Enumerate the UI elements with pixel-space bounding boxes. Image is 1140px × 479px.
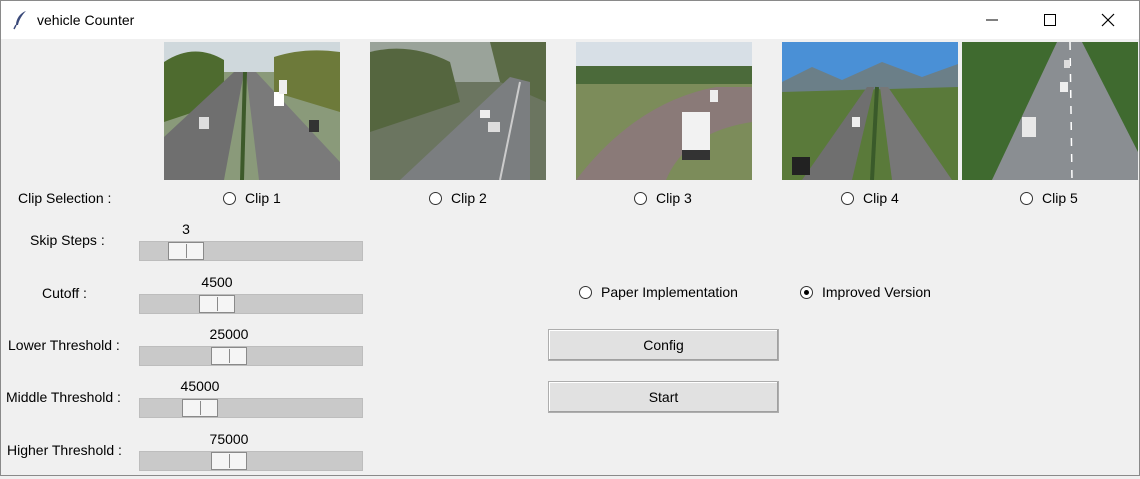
close-icon [1101, 13, 1115, 27]
higher-threshold-label: Higher Threshold : [7, 442, 122, 458]
clip-4-radio[interactable]: Clip 4 [841, 190, 931, 210]
minimize-button[interactable] [963, 1, 1021, 39]
radio-indicator [1020, 192, 1033, 205]
radio-indicator [800, 286, 813, 299]
middle-threshold-slider[interactable]: 45000 [139, 378, 363, 426]
clip-2-thumbnail [370, 42, 546, 180]
clip-4-thumbnail [782, 42, 958, 180]
slider-value: 25000 [209, 326, 249, 342]
lower-threshold-label: Lower Threshold : [8, 337, 120, 353]
slider-value: 75000 [209, 431, 249, 447]
radio-indicator [841, 192, 854, 205]
paper-implementation-label: Paper Implementation [601, 284, 738, 300]
clip-5-label: Clip 5 [1042, 190, 1078, 206]
title-bar[interactable]: vehicle Counter [1, 1, 1139, 39]
clip-3-thumbnail [576, 42, 752, 180]
slider-value: 45000 [180, 378, 220, 394]
clip-1-radio[interactable]: Clip 1 [223, 190, 313, 210]
cutoff-slider[interactable]: 4500 [139, 274, 363, 322]
radio-selected-dot [804, 290, 809, 295]
minimize-icon [986, 19, 998, 21]
clip-2-radio[interactable]: Clip 2 [429, 190, 519, 210]
radio-indicator [429, 192, 442, 205]
slider-value: 3 [182, 221, 190, 237]
cutoff-label: Cutoff : [42, 285, 87, 301]
slider-handle[interactable] [211, 347, 247, 365]
slider-trough[interactable] [139, 451, 363, 471]
improved-version-label: Improved Version [822, 284, 931, 300]
radio-indicator [223, 192, 236, 205]
slider-trough[interactable] [139, 294, 363, 314]
config-button[interactable]: Config [548, 329, 779, 361]
clip-5-radio[interactable]: Clip 5 [1020, 190, 1110, 210]
higher-threshold-slider[interactable]: 75000 [139, 431, 363, 479]
clip-3-label: Clip 3 [656, 190, 692, 206]
maximize-button[interactable] [1021, 1, 1079, 39]
improved-version-radio[interactable]: Improved Version [800, 284, 960, 304]
close-button[interactable] [1079, 1, 1137, 39]
maximize-icon [1044, 14, 1056, 26]
clip-1-thumbnail [164, 42, 340, 180]
skip-steps-slider[interactable]: 3 [139, 221, 363, 269]
skip-steps-label: Skip Steps : [30, 232, 105, 248]
clip-4-label: Clip 4 [863, 190, 899, 206]
paper-implementation-radio[interactable]: Paper Implementation [579, 284, 769, 304]
start-button[interactable]: Start [548, 381, 779, 413]
clip-5-thumbnail [962, 42, 1138, 180]
window-title: vehicle Counter [37, 12, 135, 28]
slider-trough[interactable] [139, 398, 363, 418]
slider-handle[interactable] [199, 295, 235, 313]
slider-trough[interactable] [139, 346, 363, 366]
radio-indicator [634, 192, 647, 205]
slider-handle[interactable] [168, 242, 204, 260]
middle-threshold-label: Middle Threshold : [6, 389, 121, 405]
app-window: vehicle Counter Clip Selection: Clip 1 … [0, 0, 1140, 476]
slider-value: 4500 [201, 274, 233, 290]
lower-threshold-slider[interactable]: 25000 [139, 326, 363, 374]
slider-handle[interactable] [211, 452, 247, 470]
clip-1-label: Clip 1 [245, 190, 281, 206]
clip-2-label: Clip 2 [451, 190, 487, 206]
clip-selection-label: Clip Selection : [18, 190, 112, 206]
feather-icon [13, 10, 29, 30]
slider-handle[interactable] [182, 399, 218, 417]
clip-3-radio[interactable]: Clip 3 [634, 190, 724, 210]
radio-indicator [579, 286, 592, 299]
